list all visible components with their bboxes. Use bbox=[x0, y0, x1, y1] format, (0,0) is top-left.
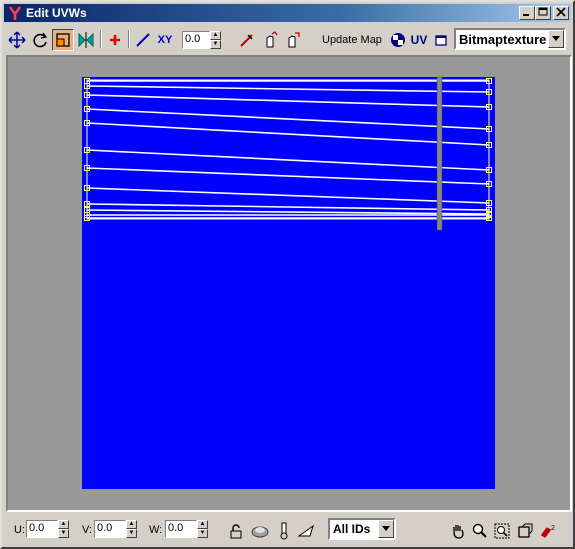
uv-texture-area bbox=[82, 77, 495, 489]
close-button[interactable] bbox=[553, 6, 569, 20]
u-down-arrow[interactable]: ▼ bbox=[58, 529, 69, 538]
uv-button[interactable]: UV bbox=[408, 29, 430, 51]
show-map-button[interactable] bbox=[430, 29, 452, 51]
scale-icon bbox=[56, 33, 70, 47]
spinner-up-arrow[interactable]: ▲ bbox=[210, 31, 221, 40]
show-map-icon bbox=[435, 35, 447, 46]
maximize-button[interactable] bbox=[535, 6, 551, 20]
filter-icon bbox=[297, 524, 314, 537]
rotate-button[interactable] bbox=[29, 29, 51, 51]
chevron-down-icon bbox=[552, 36, 560, 41]
v-up-arrow[interactable]: ▲ bbox=[126, 520, 137, 529]
w-label: W: bbox=[149, 524, 163, 536]
zoom-extents-button[interactable] bbox=[515, 521, 535, 541]
scale-button[interactable] bbox=[52, 29, 74, 51]
spinner-down-arrow[interactable]: ▼ bbox=[210, 40, 221, 49]
detach-icon bbox=[288, 32, 300, 48]
uv-seam-strip bbox=[436, 76, 443, 231]
pick-button[interactable] bbox=[236, 29, 258, 51]
u-field[interactable]: 0.0 bbox=[26, 520, 58, 538]
toolbar: XY 0.0 ▲ ▼ Update Map UV Bitmaptexture bbox=[6, 26, 571, 54]
toolbar-value-field[interactable]: 0.0 bbox=[182, 31, 210, 49]
snap-icon: 2 bbox=[540, 525, 555, 538]
move-button[interactable] bbox=[6, 29, 28, 51]
lock-icon bbox=[230, 524, 242, 539]
toolbar-value-spinner[interactable]: 0.0 ▲ ▼ bbox=[182, 31, 221, 49]
u-up-arrow[interactable]: ▲ bbox=[58, 520, 69, 529]
ids-dropdown-value: All IDs bbox=[333, 522, 371, 536]
rotate-icon bbox=[33, 32, 48, 48]
svg-text:2: 2 bbox=[551, 525, 555, 532]
u-spinner[interactable]: 0.0 ▲ ▼ bbox=[26, 520, 69, 538]
zoom-icon bbox=[472, 523, 487, 538]
hide-icon bbox=[251, 526, 269, 538]
uv-label: UV bbox=[410, 33, 428, 47]
u-label: U: bbox=[14, 524, 25, 536]
pan-hand-icon bbox=[453, 525, 464, 539]
weld-icon bbox=[110, 35, 120, 45]
v-down-arrow[interactable]: ▼ bbox=[126, 529, 137, 538]
mirror-button[interactable] bbox=[75, 29, 97, 51]
v-label: V: bbox=[82, 524, 92, 536]
zoom-region-icon bbox=[494, 523, 510, 539]
w-up-arrow[interactable]: ▲ bbox=[197, 520, 208, 529]
v-spinner[interactable]: 0.0 ▲ ▼ bbox=[94, 520, 137, 538]
snap-button[interactable]: 2 bbox=[538, 521, 558, 541]
texture-dropdown[interactable]: Bitmaptexture bbox=[454, 28, 566, 50]
freeze-button[interactable] bbox=[274, 521, 294, 541]
edit-uvws-window: Edit UVWs XY 0.0 ▲ ▼ Update Map UV Bitma… bbox=[0, 0, 575, 549]
break-icon bbox=[266, 31, 278, 48]
checker-icon bbox=[391, 33, 405, 47]
checker-button[interactable] bbox=[387, 29, 409, 51]
w-field[interactable]: 0.0 bbox=[165, 520, 197, 538]
weld-button[interactable] bbox=[104, 29, 126, 51]
update-map-button[interactable]: Update Map bbox=[322, 34, 382, 46]
toolbar-separator bbox=[100, 30, 102, 48]
straighten-button[interactable] bbox=[132, 29, 154, 51]
texture-dropdown-value: Bitmaptexture bbox=[459, 31, 547, 47]
zoom-button[interactable] bbox=[470, 521, 490, 541]
uv-viewport[interactable] bbox=[6, 55, 572, 512]
app-logo-icon[interactable] bbox=[7, 5, 23, 21]
move-icon bbox=[8, 31, 26, 49]
xy-button[interactable]: XY bbox=[154, 29, 176, 51]
zoom-region-button[interactable] bbox=[492, 521, 512, 541]
hide-button[interactable] bbox=[250, 521, 270, 541]
xy-label: XY bbox=[157, 34, 173, 46]
toolbar-separator bbox=[128, 30, 130, 48]
pick-icon bbox=[240, 34, 253, 47]
v-field[interactable]: 0.0 bbox=[94, 520, 126, 538]
bottom-bar: U: 0.0 ▲ ▼ V: 0.0 ▲ ▼ W: 0.0 ▲ ▼ All IDs… bbox=[6, 515, 571, 545]
straighten-icon bbox=[136, 33, 150, 47]
detach-button[interactable] bbox=[282, 29, 304, 51]
uv-canvas[interactable] bbox=[8, 57, 570, 510]
texture-dropdown-arrow[interactable] bbox=[548, 30, 564, 48]
freeze-icon bbox=[280, 522, 288, 540]
pan-button[interactable] bbox=[448, 521, 468, 541]
w-down-arrow[interactable]: ▼ bbox=[197, 529, 208, 538]
filter-button[interactable] bbox=[296, 521, 316, 541]
mirror-icon bbox=[78, 32, 94, 48]
zoom-extents-icon bbox=[518, 523, 533, 538]
break-button[interactable] bbox=[260, 29, 282, 51]
w-spinner[interactable]: 0.0 ▲ ▼ bbox=[165, 520, 208, 538]
chevron-down-icon bbox=[382, 526, 390, 531]
title-bar: Edit UVWs bbox=[4, 4, 571, 22]
ids-dropdown[interactable]: All IDs bbox=[328, 518, 396, 540]
lock-button[interactable] bbox=[226, 521, 246, 541]
window-title: Edit UVWs bbox=[26, 6, 87, 20]
ids-dropdown-arrow[interactable] bbox=[378, 520, 394, 538]
minimize-button[interactable] bbox=[519, 6, 535, 20]
